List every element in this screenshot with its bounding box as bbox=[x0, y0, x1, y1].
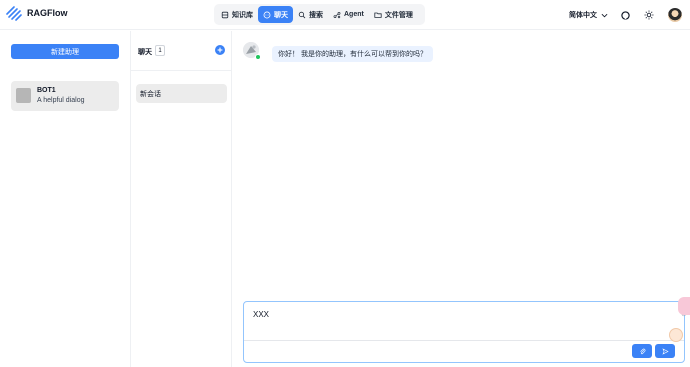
assistant-name: BOT1 bbox=[37, 87, 56, 94]
conversation-item[interactable]: 新会话 bbox=[136, 84, 227, 103]
theme-toggle[interactable] bbox=[644, 10, 654, 20]
plus-icon bbox=[217, 47, 223, 53]
new-assistant-button[interactable]: 新建助理 bbox=[11, 44, 119, 59]
floating-assistant-avatar[interactable] bbox=[669, 328, 683, 342]
language-selector[interactable]: 简体中文 bbox=[569, 10, 608, 20]
ragflow-logo-icon bbox=[6, 6, 22, 21]
agent-icon bbox=[333, 11, 341, 18]
search-icon bbox=[298, 11, 306, 18]
sun-icon bbox=[644, 10, 654, 20]
language-label: 简体中文 bbox=[569, 12, 597, 19]
message-input[interactable]: XXX bbox=[253, 310, 269, 319]
attach-button[interactable] bbox=[632, 344, 652, 358]
input-divider bbox=[244, 340, 684, 341]
logo[interactable]: RAGFlow bbox=[6, 5, 68, 21]
folder-icon bbox=[374, 12, 382, 18]
nav-knowledge-base[interactable]: 知识库 bbox=[216, 6, 258, 23]
main-nav: 知识库 聊天 搜索 Agent 文件管理 bbox=[214, 4, 425, 25]
message-input-box[interactable]: XXX ⊘ bbox=[243, 301, 687, 363]
nav-search[interactable]: 搜索 bbox=[293, 6, 328, 23]
conversation-header: 聊天 1 bbox=[131, 31, 232, 71]
assistant-card[interactable]: BOT1 A helpful dialog bbox=[11, 81, 119, 111]
nav-label: 聊天 bbox=[274, 11, 288, 19]
send-button[interactable] bbox=[655, 344, 675, 358]
add-conversation-button[interactable] bbox=[215, 45, 225, 55]
app-name: RAGFlow bbox=[27, 8, 68, 18]
nav-file-management[interactable]: 文件管理 bbox=[369, 6, 418, 23]
conversation-count-badge: 1 bbox=[155, 45, 165, 56]
paperclip-icon bbox=[639, 348, 645, 354]
send-icon bbox=[661, 347, 669, 355]
chevron-down-icon bbox=[601, 13, 608, 17]
header-tools: 简体中文 bbox=[569, 6, 690, 24]
assistant-message: 你好！ 我是你的助理，有什么可以帮到你的吗？ bbox=[272, 46, 433, 62]
conversation-title: 聊天 bbox=[138, 49, 152, 56]
github-link[interactable] bbox=[620, 10, 630, 20]
nav-label: Agent bbox=[344, 11, 364, 18]
nav-chat[interactable]: 聊天 bbox=[258, 6, 293, 23]
conversation-panel: 聊天 1 新会话 bbox=[131, 31, 232, 367]
github-icon bbox=[620, 10, 630, 20]
nav-label: 搜索 bbox=[309, 11, 323, 19]
assistant-avatar bbox=[16, 88, 31, 103]
assistant-description: A helpful dialog bbox=[37, 97, 85, 104]
nav-label: 文件管理 bbox=[384, 11, 413, 19]
chat-icon bbox=[263, 11, 271, 18]
database-icon bbox=[221, 11, 229, 18]
floating-side-tab[interactable] bbox=[678, 297, 690, 315]
chat-area: 你好！ 我是你的助理，有什么可以帮到你的吗？ XXX ⊘ bbox=[232, 31, 690, 367]
nav-agent[interactable]: Agent bbox=[328, 6, 369, 23]
nav-label: 知识库 bbox=[232, 11, 253, 19]
user-avatar[interactable] bbox=[668, 8, 682, 22]
top-bar: RAGFlow 知识库 聊天 搜索 Agent 文件管理 简体中文 bbox=[0, 0, 690, 30]
assistant-panel: 新建助理 BOT1 A helpful dialog bbox=[0, 31, 131, 367]
online-status-dot bbox=[255, 54, 261, 60]
